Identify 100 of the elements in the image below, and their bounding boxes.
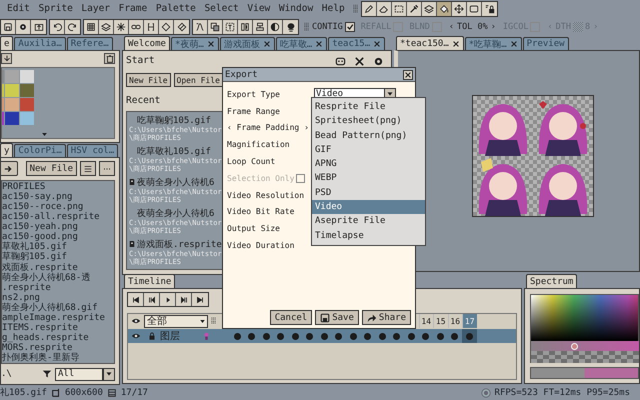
menu-item[interactable]: Select xyxy=(201,3,242,14)
file-item[interactable]: ac150--roce.png xyxy=(2,202,114,212)
increase-arrow[interactable]: › xyxy=(490,22,497,32)
layer-row[interactable]: 图层 xyxy=(128,329,516,343)
file-item[interactable]: g_heads.resprite xyxy=(2,332,114,343)
file-item[interactable]: 萌全身小人待机68.gif xyxy=(2,302,114,313)
eye-icon[interactable] xyxy=(131,316,141,326)
slider-thumb[interactable] xyxy=(571,343,578,350)
robot-icon[interactable] xyxy=(335,56,346,66)
file-item[interactable]: MORS.resprite xyxy=(2,342,114,353)
eye-icon[interactable] xyxy=(131,331,141,341)
toolbar-button[interactable] xyxy=(50,20,65,34)
palette-menu-button[interactable] xyxy=(1,53,12,64)
tab[interactable]: Spectrum xyxy=(526,274,578,288)
dialog-button[interactable]: Share xyxy=(362,310,411,325)
dropdown-option[interactable]: GIF xyxy=(312,142,425,158)
dropdown-option[interactable]: Bead Pattern(png) xyxy=(312,128,425,143)
dropdown-option[interactable]: WEBP xyxy=(312,171,425,186)
tab[interactable]: *夜萌… xyxy=(170,37,219,50)
close-button[interactable] xyxy=(403,70,413,80)
toolbar-button[interactable] xyxy=(223,20,238,34)
dropdown-option[interactable]: Timelapse xyxy=(312,228,425,243)
tool-button[interactable] xyxy=(422,2,438,16)
toolbar-button[interactable] xyxy=(129,20,144,34)
color-swatch[interactable] xyxy=(20,84,34,97)
toolbar-button[interactable] xyxy=(253,20,268,34)
tool-button[interactable] xyxy=(482,2,498,16)
tab[interactable]: teac15… xyxy=(328,37,386,50)
file-item[interactable]: ac150-good.png xyxy=(2,232,114,242)
tool-button[interactable] xyxy=(467,2,482,16)
forward-button[interactable] xyxy=(1,161,18,176)
color-swatch[interactable] xyxy=(5,70,19,83)
recent-file-name[interactable]: 吃草鞠躬105.gif xyxy=(137,114,211,126)
toolbar-button[interactable] xyxy=(174,20,189,34)
dropdown-option[interactable]: Video xyxy=(312,200,425,214)
file-item[interactable]: ac150-yeah.png xyxy=(2,222,114,232)
menu-item[interactable]: Help xyxy=(318,3,348,14)
delete-button[interactable] xyxy=(104,53,115,64)
file-item[interactable]: ac150-say.png xyxy=(2,192,114,202)
layer-name[interactable]: 图层 xyxy=(160,329,204,343)
color-swatch[interactable] xyxy=(20,112,34,125)
close-icon[interactable] xyxy=(354,56,365,66)
tab[interactable]: Auxilia… xyxy=(14,37,66,50)
color-swatch[interactable] xyxy=(5,84,19,97)
toolbar-button[interactable] xyxy=(31,20,46,34)
toolbar-button[interactable] xyxy=(1,20,16,34)
toolbar-button[interactable] xyxy=(268,20,283,34)
menu-item[interactable]: Edit xyxy=(4,3,33,14)
tab[interactable]: 吃草敬… xyxy=(276,37,328,50)
file-item[interactable]: 扑倒奥利奥-里新导 xyxy=(2,352,114,363)
start-button[interactable]: Open File xyxy=(174,73,223,87)
list-view-button[interactable] xyxy=(80,161,96,176)
toolbar-button[interactable] xyxy=(238,20,253,34)
tab[interactable]: y xyxy=(0,143,14,158)
menu-item[interactable]: Palette xyxy=(152,3,199,14)
color-slider[interactable] xyxy=(530,341,639,351)
tab[interactable]: ColorPi… xyxy=(14,144,66,158)
toolbar-button[interactable] xyxy=(65,20,80,34)
toolbar-button[interactable] xyxy=(144,20,159,34)
menu-item[interactable]: Frame xyxy=(116,3,150,14)
filter-dropdown[interactable]: All xyxy=(55,368,103,380)
color-swatch[interactable] xyxy=(20,98,34,111)
toolbar-button[interactable] xyxy=(99,20,114,34)
tab[interactable]: Welcome xyxy=(124,36,170,50)
menu-item[interactable]: Sprite xyxy=(35,3,76,14)
tab[interactable]: 游戏面板 xyxy=(220,37,275,50)
decrease-arrow[interactable]: ‹ xyxy=(448,22,456,32)
dropdown-button[interactable] xyxy=(103,368,115,380)
dropdown-option[interactable]: Spritesheet(png) xyxy=(312,114,425,129)
recent-file-name[interactable]: 夜萌全身小人待机6 xyxy=(137,176,214,188)
tab[interactable]: e xyxy=(0,36,14,50)
file-item[interactable]: PROFILES xyxy=(2,182,114,192)
cancel-button[interactable]: Cancel xyxy=(270,310,312,325)
file-item[interactable]: 萌全身小人待机68-透 xyxy=(2,272,114,283)
tab[interactable]: Timeline xyxy=(124,274,176,288)
recent-file-name[interactable]: 游戏面板.resprite xyxy=(137,238,222,250)
toolbar-button[interactable] xyxy=(84,20,99,34)
checkbox[interactable] xyxy=(344,22,355,32)
start-button[interactable]: New File xyxy=(126,73,171,87)
file-item[interactable]: ac150-all.resprite xyxy=(2,212,114,222)
toolbar-button[interactable] xyxy=(208,20,223,34)
file-item[interactable]: .resprite xyxy=(2,282,114,293)
dropdown-option[interactable]: APNG xyxy=(312,157,425,172)
gear-icon[interactable] xyxy=(373,56,384,66)
menu-item[interactable]: Window xyxy=(276,3,316,14)
file-item[interactable]: 戏面板.resprite xyxy=(2,262,114,273)
frame-number[interactable]: 17 xyxy=(462,314,476,328)
lock-icon[interactable] xyxy=(147,331,157,341)
color-swatch[interactable] xyxy=(5,98,19,111)
dropdown-option[interactable]: Aseprite File xyxy=(312,214,425,229)
color-spectrum[interactable] xyxy=(530,294,639,341)
toolbar-button[interactable] xyxy=(193,20,208,34)
file-item[interactable]: ampleImage.resprite xyxy=(2,312,114,323)
tab[interactable]: HSV col… xyxy=(66,144,118,158)
dialog-button[interactable]: Save xyxy=(315,310,359,325)
tab[interactable]: Preview xyxy=(522,37,569,50)
recent-file-name[interactable]: 夜萌全身小人待机6 xyxy=(137,206,214,220)
frame-number[interactable]: 15 xyxy=(433,314,448,328)
toolbar-button[interactable] xyxy=(159,20,174,34)
tool-button[interactable] xyxy=(392,2,408,16)
